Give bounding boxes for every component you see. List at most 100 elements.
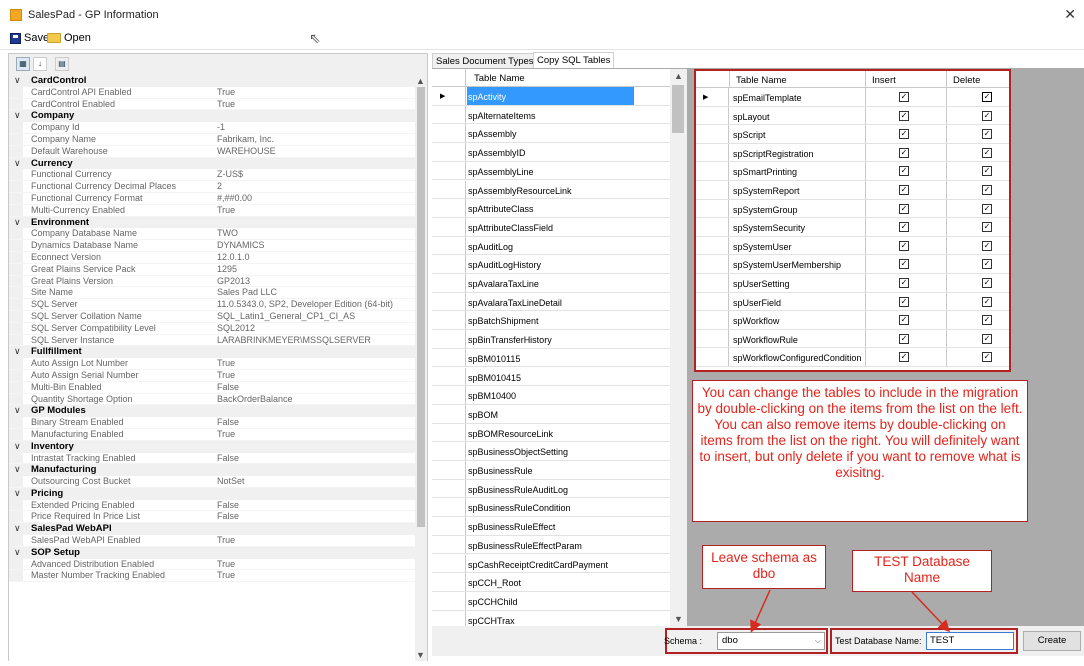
- insert-checkbox[interactable]: ✓: [899, 240, 909, 251]
- available-table-row[interactable]: spAttributeClassField: [432, 217, 670, 237]
- collapse-chevron-icon[interactable]: ∨: [14, 547, 21, 559]
- row-header[interactable]: [432, 404, 466, 423]
- property-row[interactable]: Advanced Distribution Enabled True: [9, 558, 415, 571]
- available-table-row[interactable]: spBatchShipment: [432, 311, 670, 331]
- insert-checkbox[interactable]: ✓: [899, 166, 909, 177]
- insert-checkbox[interactable]: ✓: [899, 185, 909, 195]
- row-header[interactable]: [432, 517, 466, 535]
- insert-column-header[interactable]: Insert: [872, 75, 896, 86]
- available-table-row[interactable]: spAssemblyResourceLink: [432, 180, 670, 200]
- insert-checkbox[interactable]: ✓: [899, 315, 909, 326]
- delete-checkbox[interactable]: ✓: [982, 147, 992, 158]
- property-row[interactable]: Great Plains Version GP2013: [9, 275, 415, 288]
- table-name-column-header[interactable]: Table Name: [736, 75, 787, 86]
- row-header[interactable]: [696, 255, 729, 273]
- row-header[interactable]: [432, 610, 466, 626]
- available-table-row[interactable]: spBusinessRuleEffect: [432, 517, 670, 536]
- property-row[interactable]: Functional Currency Z-US$: [9, 169, 415, 182]
- row-header[interactable]: [432, 442, 466, 460]
- chevron-down-icon[interactable]: ⌵: [815, 636, 821, 646]
- available-table-row[interactable]: spAssemblyLine: [432, 161, 670, 181]
- row-header[interactable]: [696, 199, 729, 218]
- row-header[interactable]: [696, 292, 729, 311]
- row-header[interactable]: [696, 311, 729, 329]
- row-header[interactable]: [696, 236, 729, 255]
- row-header[interactable]: ▶: [696, 88, 729, 106]
- property-pages-icon[interactable]: ▤: [55, 57, 69, 71]
- selected-tables-grid[interactable]: Table Name Insert Delete ▶ spEmailTemplat…: [694, 69, 1011, 372]
- property-row[interactable]: Auto Assign Serial Number True: [9, 369, 415, 382]
- schema-dropdown[interactable]: dbo ⌵: [717, 632, 825, 650]
- property-row[interactable]: SalesPad WebAPI Enabled True: [9, 535, 415, 547]
- tab-sales-document-types[interactable]: Sales Document Types: [432, 53, 538, 69]
- scroll-up-icon[interactable]: ▲: [674, 71, 683, 81]
- test-database-input[interactable]: TEST: [926, 632, 1014, 650]
- row-header[interactable]: [432, 573, 466, 591]
- property-row[interactable]: SQL Server Compatibility Level SQL2012: [9, 322, 415, 335]
- row-header[interactable]: [432, 554, 466, 573]
- row-header[interactable]: [432, 498, 466, 517]
- selected-table-row[interactable]: spSystemUser ✓ ✓: [696, 236, 1009, 256]
- save-button[interactable]: Save: [10, 32, 49, 44]
- selected-table-row[interactable]: spLayout ✓ ✓: [696, 106, 1009, 126]
- available-tables-grid[interactable]: Table Name ▶ spActivity spAlternateItems sp…: [432, 69, 688, 626]
- row-header[interactable]: [432, 461, 466, 479]
- available-table-row[interactable]: spAvalaraTaxLineDetail: [432, 292, 670, 312]
- selected-table-row[interactable]: spWorkflowRule ✓ ✓: [696, 329, 1009, 349]
- row-header[interactable]: [432, 236, 466, 255]
- row-header[interactable]: [696, 329, 729, 348]
- available-table-row[interactable]: spBusinessObjectSetting: [432, 442, 670, 461]
- insert-checkbox[interactable]: ✓: [899, 278, 909, 288]
- delete-checkbox[interactable]: ✓: [982, 92, 992, 102]
- row-header[interactable]: [696, 348, 729, 366]
- row-header[interactable]: [432, 199, 466, 217]
- insert-checkbox[interactable]: ✓: [899, 333, 909, 344]
- collapse-chevron-icon[interactable]: ∨: [14, 75, 21, 87]
- property-list[interactable]: ∨ CardControl CardControl API Enabled True C…: [9, 75, 415, 661]
- collapse-chevron-icon[interactable]: ∨: [14, 488, 21, 500]
- row-header[interactable]: [432, 292, 466, 311]
- available-table-row[interactable]: spAvalaraTaxLine: [432, 274, 670, 293]
- selected-table-row[interactable]: spSmartPrinting ✓ ✓: [696, 162, 1009, 181]
- selected-table-row[interactable]: spScript ✓ ✓: [696, 125, 1009, 144]
- property-category[interactable]: ∨ Currency: [9, 157, 415, 170]
- row-header[interactable]: [432, 311, 466, 330]
- row-header[interactable]: [696, 162, 729, 180]
- selected-table-row[interactable]: ▶ spEmailTemplate ✓ ✓: [696, 88, 1009, 107]
- property-row[interactable]: Binary Stream Enabled False: [9, 417, 415, 429]
- collapse-chevron-icon[interactable]: ∨: [14, 158, 21, 170]
- property-category[interactable]: ∨ Environment: [9, 216, 415, 229]
- available-table-row[interactable]: spAlternateItems: [432, 105, 670, 125]
- row-header[interactable]: [696, 143, 729, 162]
- table-name-column-header[interactable]: Table Name: [474, 73, 525, 84]
- property-row[interactable]: Functional Currency Format #,##0.00: [9, 192, 415, 205]
- scroll-thumb[interactable]: [417, 87, 425, 527]
- property-row[interactable]: Functional Currency Decimal Places 2: [9, 181, 415, 193]
- scroll-down-icon[interactable]: ▼: [416, 650, 425, 660]
- available-table-row[interactable]: spAuditLogHistory: [432, 255, 670, 274]
- insert-checkbox[interactable]: ✓: [899, 352, 909, 363]
- available-table-row[interactable]: spBinTransferHistory: [432, 330, 670, 349]
- delete-checkbox[interactable]: ✓: [982, 259, 992, 270]
- delete-checkbox[interactable]: ✓: [982, 240, 992, 251]
- scroll-down-icon[interactable]: ▼: [674, 614, 683, 624]
- available-table-row[interactable]: spBOMResourceLink: [432, 423, 670, 443]
- row-header[interactable]: [432, 535, 466, 554]
- collapse-chevron-icon[interactable]: ∨: [14, 110, 21, 122]
- delete-checkbox[interactable]: ✓: [982, 203, 992, 214]
- collapse-chevron-icon[interactable]: ∨: [14, 464, 21, 476]
- row-header[interactable]: [432, 105, 466, 124]
- row-header[interactable]: [432, 479, 466, 498]
- row-header[interactable]: [432, 217, 466, 236]
- row-header[interactable]: ▶: [432, 87, 466, 105]
- insert-checkbox[interactable]: ✓: [899, 259, 909, 270]
- available-table-row[interactable]: spCCHTrax: [432, 610, 670, 626]
- available-table-row[interactable]: spBusinessRuleEffectParam: [432, 535, 670, 555]
- scroll-thumb[interactable]: [672, 85, 684, 133]
- row-header[interactable]: [432, 386, 466, 404]
- available-table-row[interactable]: spCCH_Root: [432, 573, 670, 592]
- delete-checkbox[interactable]: ✓: [982, 185, 992, 195]
- available-table-row[interactable]: spAttributeClass: [432, 199, 670, 218]
- row-header[interactable]: [696, 125, 729, 143]
- sort-alphabetical-icon[interactable]: ↓: [33, 57, 47, 71]
